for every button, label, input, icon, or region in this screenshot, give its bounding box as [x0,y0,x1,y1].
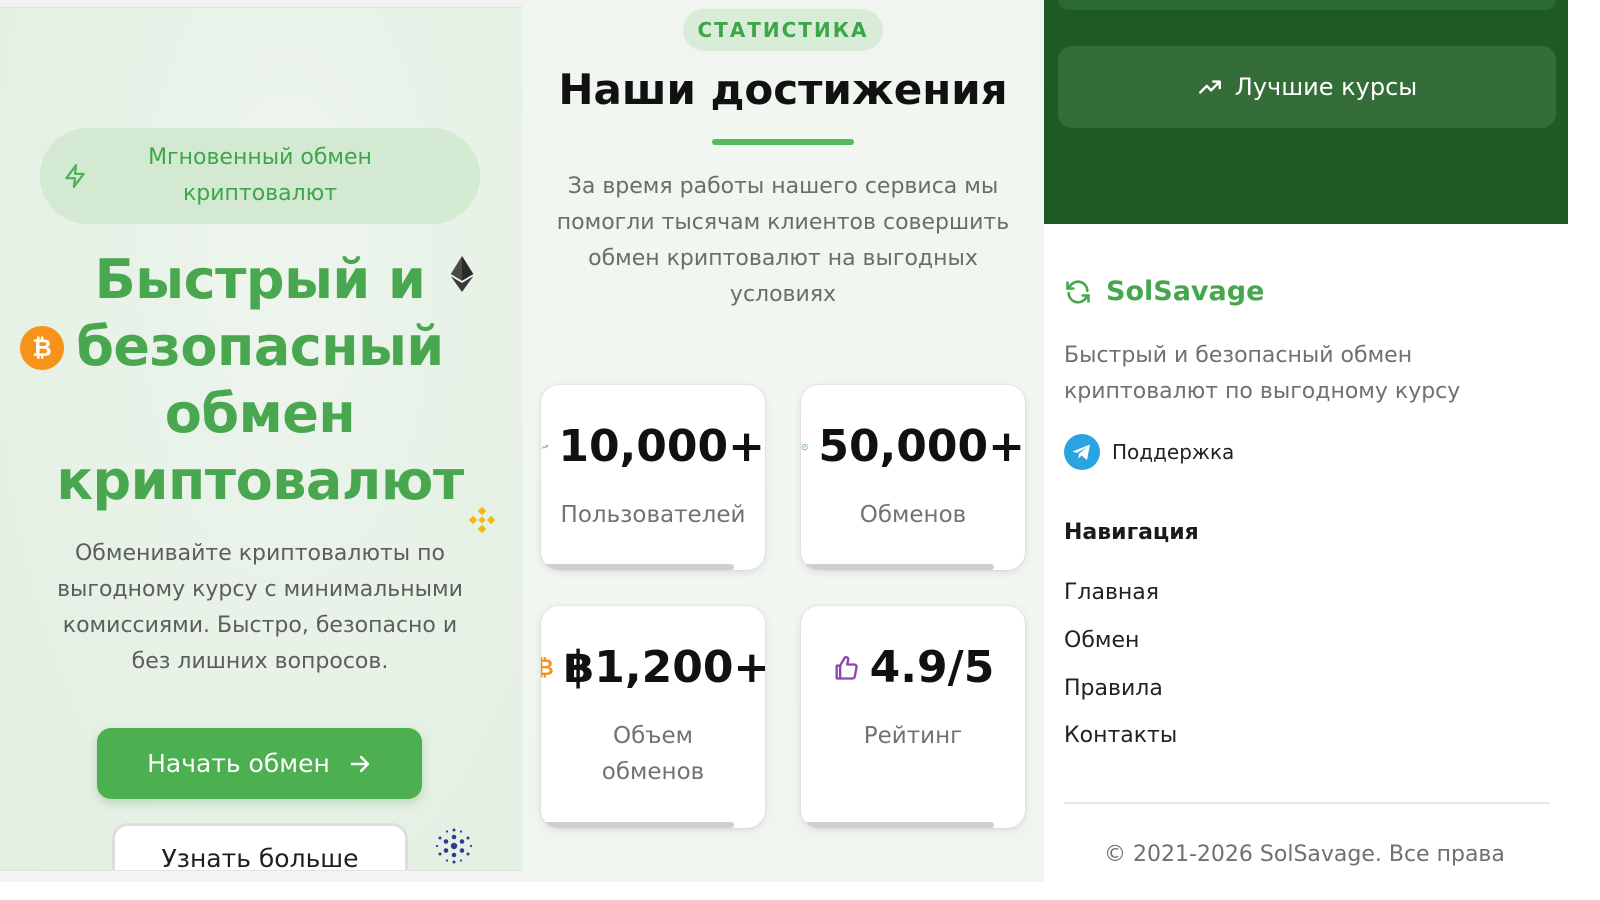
learn-more-label: Узнать больше [161,843,359,873]
nav-link-exchange[interactable]: Обмен [1064,628,1139,653]
hero-badge-label: Мгновенный обмен криптовалют [148,145,372,206]
stat-card-exchanges: 50,000+ Обменов [801,385,1025,570]
hero-section: Мгновенный обмен криптовалют Быстрый и б… [0,0,522,882]
bitcoin-icon: ₿ [541,655,554,681]
stats-section: СТАТИСТИКА Наши достижения За время рабо… [522,0,1044,882]
card-bottom-bar [541,822,734,828]
title-underline [712,139,854,145]
svg-text:₿: ₿ [32,334,52,362]
stat-label: Пользователей [560,502,746,528]
nav-link-contacts[interactable]: Контакты [1064,723,1177,748]
hero-badge: Мгновенный обмен криптовалют [40,128,480,224]
support-label: Поддержка [1112,440,1235,464]
trending-up-icon [541,444,548,449]
stats-tag: СТАТИСТИКА [683,9,883,51]
arrow-right-icon [350,755,370,772]
brand-description: Быстрый и безопасный обмен криптовалют п… [1064,343,1461,404]
stat-value: ฿1,200+ [563,642,765,693]
stat-value: 4.9/5 [869,642,995,693]
copyright-text: © 2021-2026 SolSavage. Все права [1104,842,1505,867]
brand-name: SolSavage [1106,276,1265,307]
lightning-icon [65,164,85,188]
card-bottom-bar [541,564,734,570]
stat-card-volume: ₿ ฿1,200+ Объем обменов [541,606,765,828]
hero-description: Обменивайте криптовалюты по выгодному ку… [57,541,463,674]
bottom-border [0,870,522,882]
stat-label: Обменов [859,502,967,528]
best-rates-button[interactable]: Лучшие курсы [1058,46,1556,128]
trending-up-icon [1198,80,1221,94]
stats-title: Наши достижения [558,65,1008,114]
stat-card-users: 10,000+ Пользователей [541,385,765,570]
start-exchange-button[interactable]: Начать обмен [97,728,422,799]
card-bottom-bar [801,564,994,570]
cardano-icon [435,828,473,864]
start-exchange-label: Начать обмен [147,749,330,778]
card-bottom-bar [801,822,994,828]
stats-description: За время работы нашего сервиса мы помогл… [556,174,1010,307]
stat-card-rating: 4.9/5 Рейтинг [801,606,1025,828]
binance-icon [468,506,496,534]
refresh-icon [1066,279,1090,304]
thumbs-up-icon [835,655,858,680]
nav-link-home[interactable]: Главная [1064,580,1159,605]
stat-label: Рейтинг [863,723,963,749]
stat-value: 10,000+ [558,421,765,472]
check-circle-icon [801,443,808,450]
previous-button-edge[interactable] [1058,0,1556,10]
stat-label: Объем обменов [601,723,705,785]
bitcoin-coin-icon: ₿ [20,326,64,370]
stat-value: 50,000+ [818,421,1025,472]
best-rates-label: Лучшие курсы [1234,73,1418,101]
support-link[interactable]: Поддержка [1064,434,1234,470]
hero-title: Быстрый и безопасный обмен криптовалют [56,248,464,512]
footer-divider [1064,802,1550,804]
cta-banner: Лучшие курсы [1044,0,1568,224]
nav-link-rules[interactable]: Правила [1064,676,1163,701]
footer-section: Лучшие курсы SolSavage Быстрый и безопас… [1044,0,1568,882]
top-border [0,0,522,8]
telegram-icon [1064,434,1100,470]
nav-heading: Навигация [1064,520,1199,545]
brand-logo[interactable]: SolSavage [1064,276,1264,307]
